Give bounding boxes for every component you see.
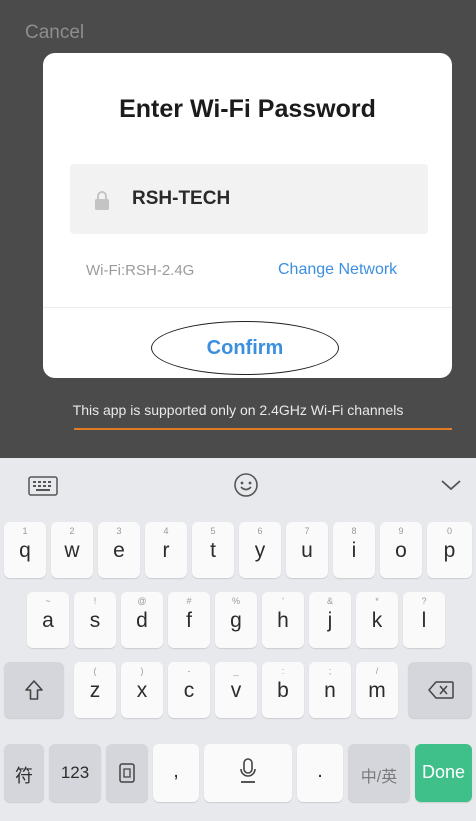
lock-icon — [95, 191, 109, 210]
key-x[interactable]: ) x — [121, 662, 163, 718]
change-network-link[interactable]: Change Network — [278, 261, 397, 279]
key-f[interactable]: # f — [168, 592, 210, 648]
shift-icon — [25, 680, 43, 700]
confirm-highlight-ellipse: Confirm — [151, 321, 339, 375]
comma-key[interactable]: , — [153, 744, 199, 802]
key-s[interactable]: ! s — [74, 592, 116, 648]
symbol-key[interactable]: 符 — [4, 744, 44, 802]
key-b[interactable]: :b — [262, 662, 304, 718]
soft-keyboard: 1q 2w 3e 4r 5t 6y 7u 8i 9o 0p ~ a ! s @ d #… — [0, 458, 476, 821]
key-p[interactable]: 0p — [427, 522, 472, 578]
notice-underline — [74, 428, 452, 430]
key-g[interactable]: % g — [215, 592, 257, 648]
backspace-key[interactable] — [408, 662, 472, 718]
backspace-icon — [428, 681, 454, 699]
key-o[interactable]: 9o — [380, 522, 422, 578]
key-t[interactable]: 5t — [192, 522, 234, 578]
keyboard-icon[interactable] — [28, 476, 58, 496]
space-key[interactable] — [204, 744, 292, 802]
microphone-icon — [240, 758, 256, 783]
password-field[interactable]: RSH-TECH — [70, 164, 428, 234]
key-r[interactable]: 4r — [145, 522, 187, 578]
period-key[interactable]: . — [297, 744, 343, 802]
key-y[interactable]: 6y — [239, 522, 281, 578]
key-i[interactable]: 8i — [333, 522, 375, 578]
wifi-password-dialog: Enter Wi-Fi Password RSH-TECH Wi-Fi:RSH-… — [43, 53, 452, 378]
key-c[interactable]: -c — [168, 662, 210, 718]
dialog-title: Enter Wi-Fi Password — [119, 95, 376, 123]
key-w[interactable]: 2w — [51, 522, 93, 578]
key-m[interactable]: / m — [356, 662, 398, 718]
key-u[interactable]: 7u — [286, 522, 328, 578]
done-key[interactable]: Done — [415, 744, 472, 802]
shift-key[interactable] — [4, 662, 64, 718]
key-a[interactable]: ~ a — [27, 592, 69, 648]
notice-text: This app is supported only on 2.4GHz Wi-… — [72, 402, 404, 418]
key-d[interactable]: @ d — [121, 592, 163, 648]
key-l[interactable]: ? l — [403, 592, 445, 648]
input-method-icon — [119, 763, 135, 783]
keyboard-toolbar — [0, 458, 476, 512]
chevron-down-icon[interactable] — [440, 478, 462, 492]
key-n[interactable]: ; n — [309, 662, 351, 718]
numbers-key[interactable]: 123 — [49, 744, 101, 802]
background-overlay: Cancel Enter Wi-Fi Password RSH-TECH Wi-… — [0, 0, 476, 458]
language-switch-key[interactable]: 中/英 — [348, 744, 410, 802]
wifi-network-label: Wi-Fi:RSH-2.4G — [86, 262, 195, 279]
cancel-button[interactable]: Cancel — [25, 22, 84, 44]
key-v[interactable]: _ v — [215, 662, 257, 718]
key-k[interactable]: * k — [356, 592, 398, 648]
emoji-icon[interactable] — [233, 472, 259, 498]
key-z[interactable]: (z — [74, 662, 116, 718]
divider — [43, 307, 452, 308]
key-h[interactable]: ' h — [262, 592, 304, 648]
key-e[interactable]: 3e — [98, 522, 140, 578]
confirm-button[interactable]: Confirm — [152, 337, 338, 360]
password-value: RSH-TECH — [132, 188, 231, 209]
key-q[interactable]: 1q — [4, 522, 46, 578]
key-j[interactable]: & j — [309, 592, 351, 648]
voice-input-key[interactable] — [106, 744, 148, 802]
